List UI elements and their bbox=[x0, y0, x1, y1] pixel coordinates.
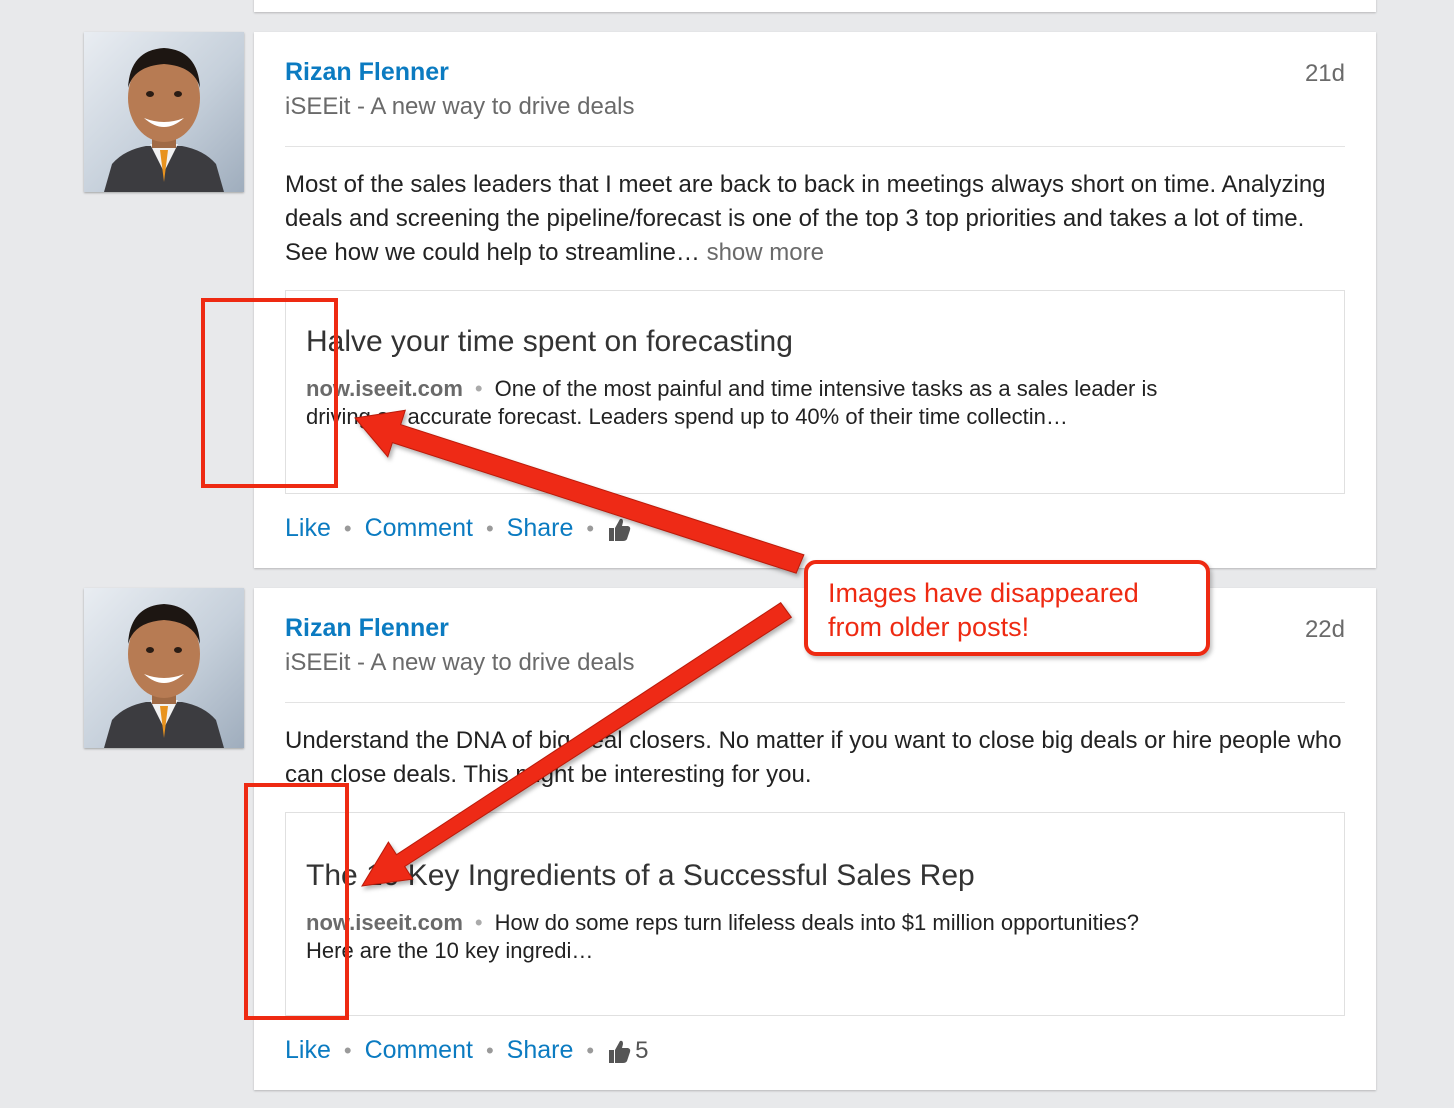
callout-text-line: Images have disappeared bbox=[828, 578, 1139, 608]
annotation-arrow bbox=[354, 409, 805, 574]
callout-text-line: from older posts! bbox=[828, 612, 1030, 642]
annotation-callout: Images have disappeared from older posts… bbox=[804, 560, 1210, 656]
annotation-arrow bbox=[361, 602, 793, 887]
annotation-arrows bbox=[354, 409, 805, 887]
